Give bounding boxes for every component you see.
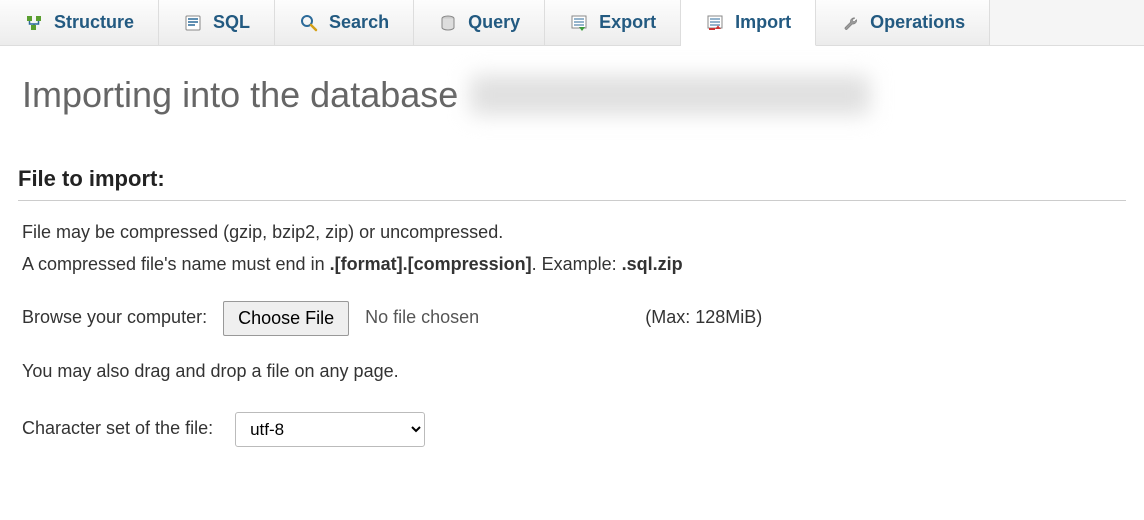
browse-row: Browse your computer: Choose File No fil… — [22, 301, 1122, 336]
tab-sql[interactable]: SQL — [159, 0, 275, 45]
database-name-redacted — [470, 75, 870, 115]
tab-label: Export — [599, 12, 656, 33]
tab-label: Operations — [870, 12, 965, 33]
charset-row: Character set of the file: utf-8 — [22, 412, 1122, 447]
tab-label: Import — [735, 12, 791, 33]
tab-label: Query — [468, 12, 520, 33]
file-import-fieldset: File to import: File may be compressed (… — [18, 166, 1126, 447]
tab-operations[interactable]: Operations — [816, 0, 990, 45]
page-title: Importing into the database — [0, 46, 1144, 126]
wrench-icon — [840, 13, 860, 33]
info-naming: A compressed file's name must end in .[f… — [22, 251, 1122, 279]
tab-label: Structure — [54, 12, 134, 33]
tab-query[interactable]: Query — [414, 0, 545, 45]
structure-icon — [24, 13, 44, 33]
search-icon — [299, 13, 319, 33]
info-compression: File may be compressed (gzip, bzip2, zip… — [22, 219, 1122, 247]
tab-label: Search — [329, 12, 389, 33]
drag-drop-note: You may also drag and drop a file on any… — [22, 358, 1122, 386]
tab-label: SQL — [213, 12, 250, 33]
tab-export[interactable]: Export — [545, 0, 681, 45]
tab-structure[interactable]: Structure — [0, 0, 159, 45]
query-icon — [438, 13, 458, 33]
browse-label: Browse your computer: — [22, 304, 207, 332]
tab-bar: Structure SQL Search Query Export Import — [0, 0, 1144, 46]
max-size-label: (Max: 128MiB) — [645, 304, 762, 332]
import-icon — [705, 13, 725, 33]
file-chosen-status: No file chosen — [365, 304, 479, 332]
export-icon — [569, 13, 589, 33]
tab-search[interactable]: Search — [275, 0, 414, 45]
fieldset-body: File may be compressed (gzip, bzip2, zip… — [18, 201, 1126, 447]
fieldset-legend: File to import: — [18, 166, 1126, 201]
heading-text: Importing into the database — [22, 74, 458, 116]
tab-import[interactable]: Import — [681, 0, 816, 46]
charset-label: Character set of the file: — [22, 415, 213, 443]
charset-select[interactable]: utf-8 — [235, 412, 425, 447]
sql-icon — [183, 13, 203, 33]
choose-file-button[interactable]: Choose File — [223, 301, 349, 336]
